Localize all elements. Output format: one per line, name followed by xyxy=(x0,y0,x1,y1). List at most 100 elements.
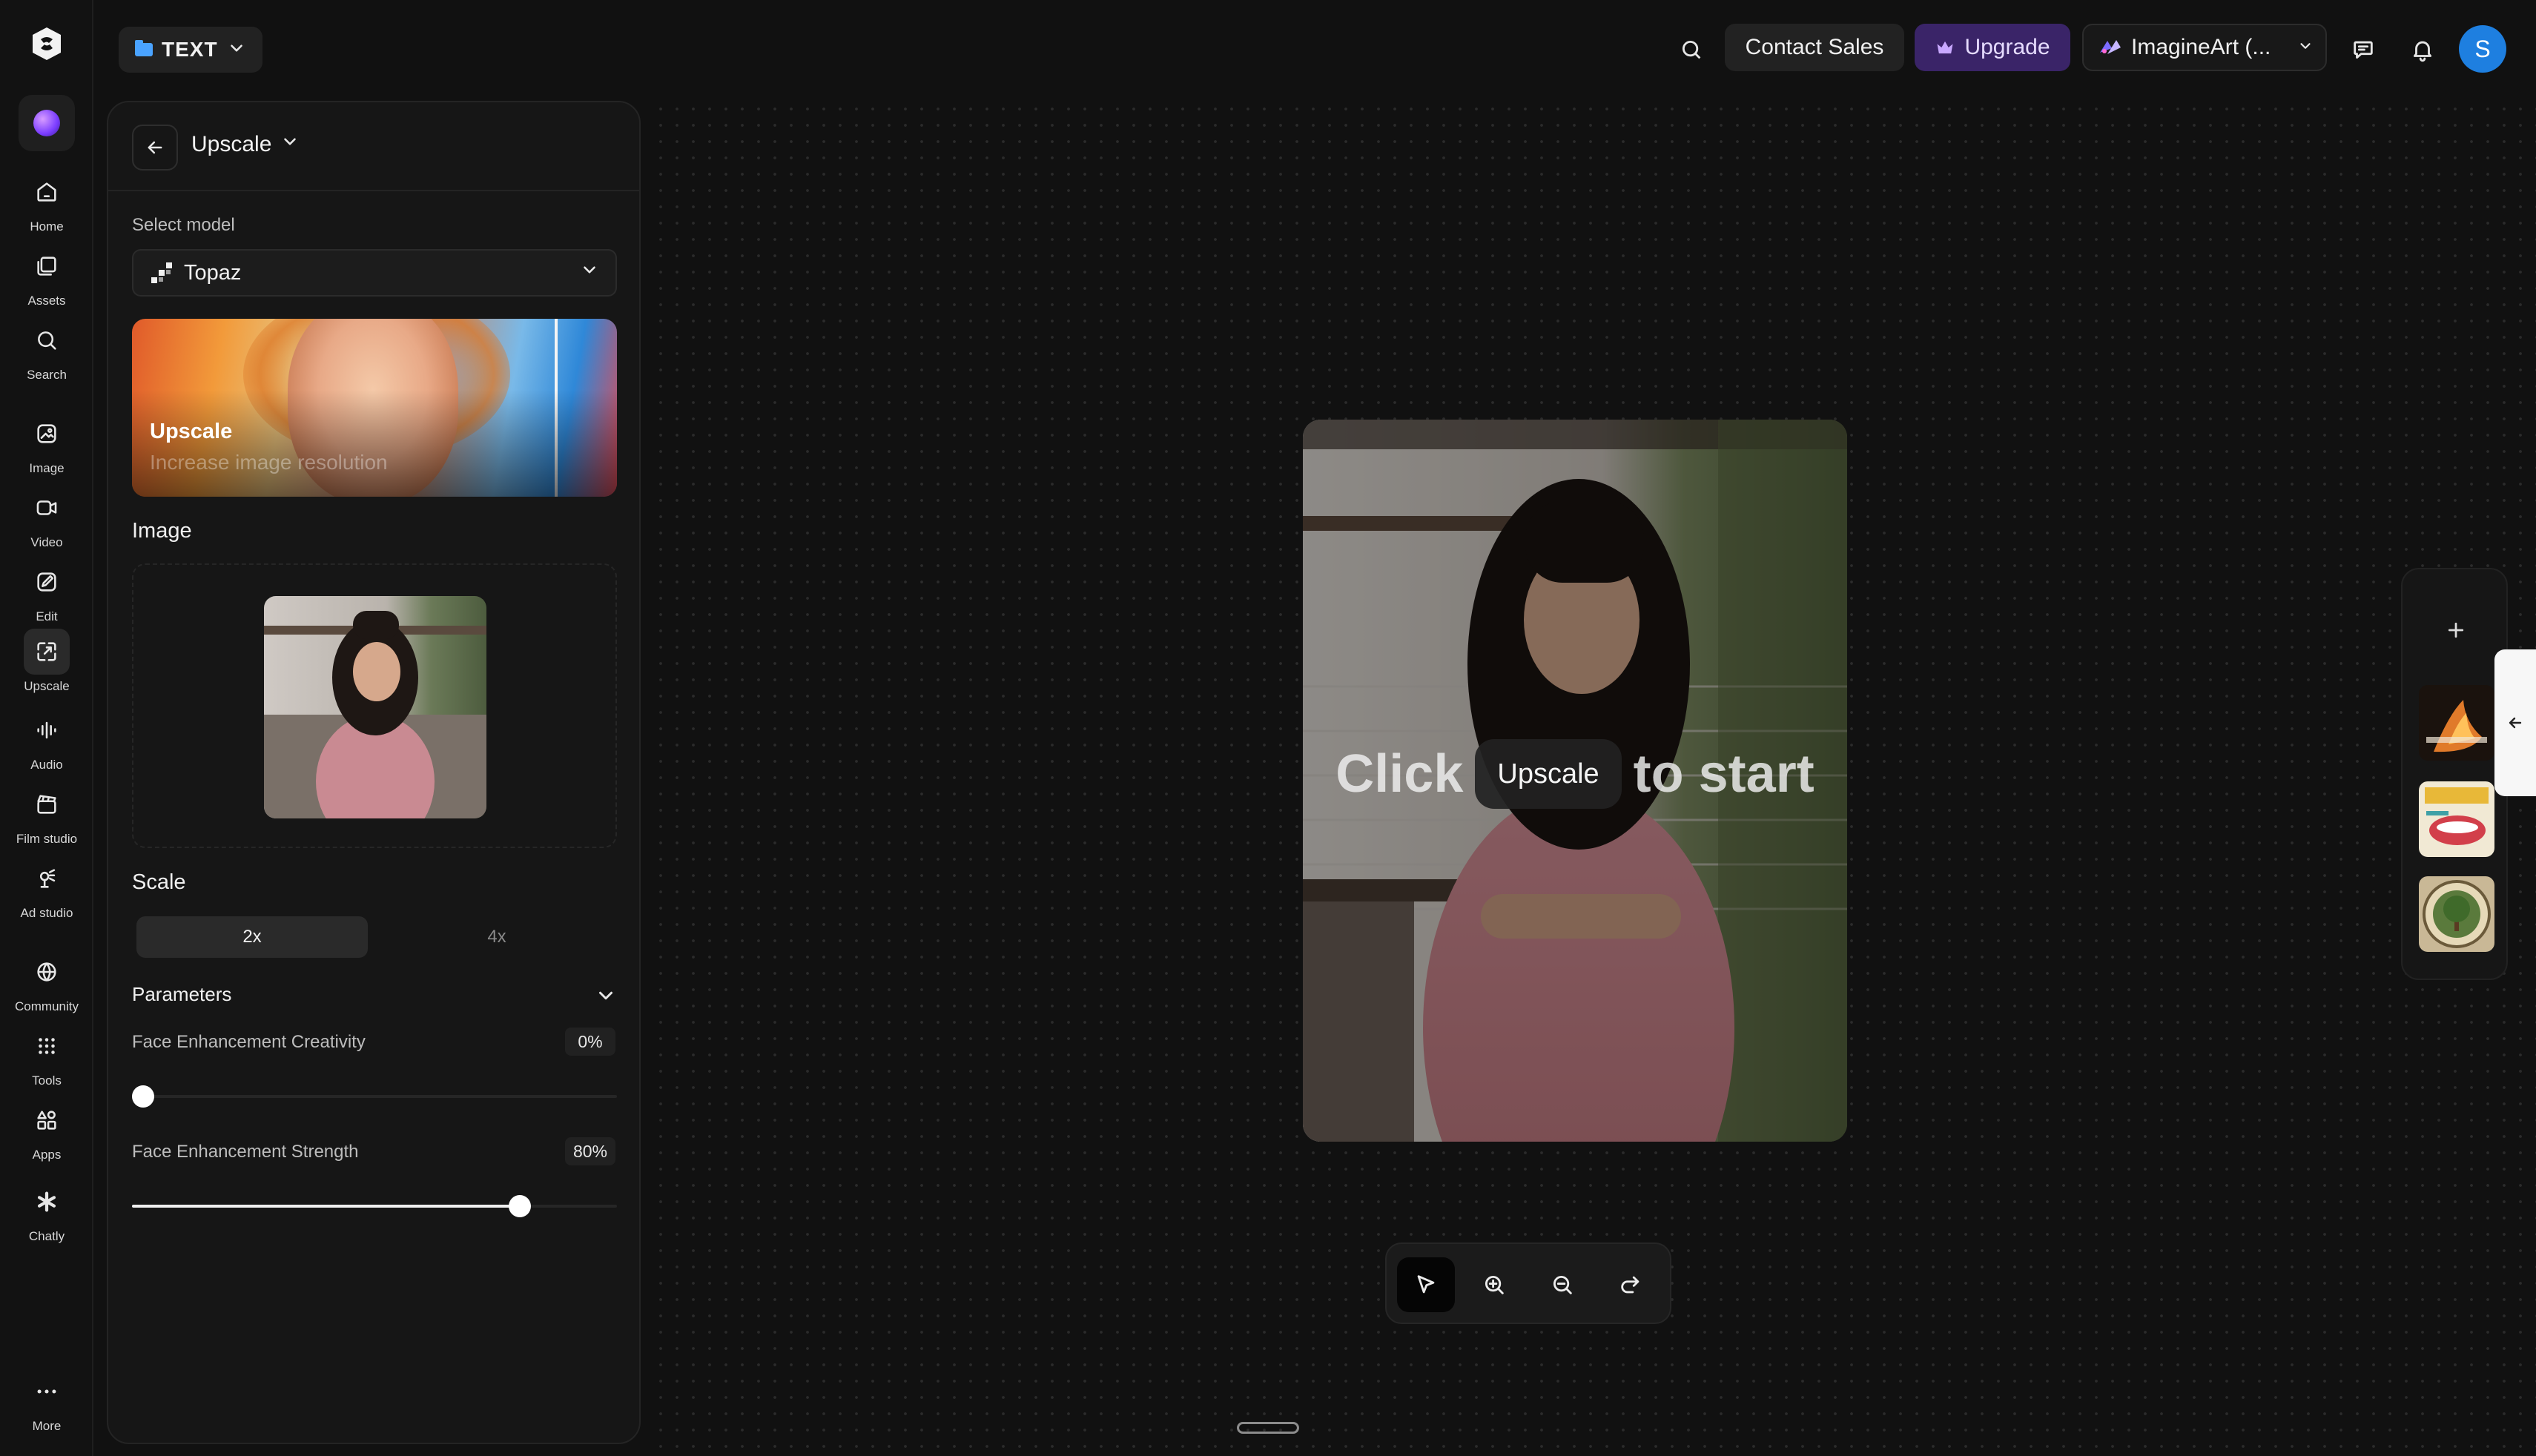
panel-header: Upscale xyxy=(108,102,639,191)
select-tool-button[interactable] xyxy=(1397,1257,1455,1312)
cta-text-before: Click xyxy=(1335,744,1464,804)
grid-icon xyxy=(39,1038,55,1054)
history-image xyxy=(2419,685,2494,761)
history-thumbnail[interactable] xyxy=(2419,685,2494,761)
rail-item-community[interactable]: Community xyxy=(0,949,93,1014)
parameters-label: Parameters xyxy=(132,983,232,1005)
canvas-image-preview[interactable]: Click Upscale to start xyxy=(1303,420,1847,1142)
rail-label: Upscale xyxy=(24,679,70,693)
rail-item-chatly[interactable]: Chatly xyxy=(0,1179,93,1244)
upscale-panel: Upscale Select model Topaz Upscale Incre… xyxy=(107,101,641,1444)
notifications-button[interactable] xyxy=(2401,28,2444,71)
rail-item-ad-studio[interactable]: Ad studio xyxy=(0,856,93,921)
rail-item-apps[interactable]: Apps xyxy=(0,1097,93,1162)
face-creativity-slider[interactable] xyxy=(132,1085,617,1108)
face-strength-slider[interactable] xyxy=(132,1195,617,1217)
contact-sales-button[interactable]: Contact Sales xyxy=(1725,24,1904,71)
slider-fill xyxy=(132,1205,521,1208)
workspace-switcher[interactable]: ImagineArt (... xyxy=(2082,24,2327,71)
assets-icon xyxy=(37,257,56,276)
bottom-drawer-handle[interactable] xyxy=(1237,1422,1299,1434)
parameters-toggle[interactable]: Parameters xyxy=(132,977,617,1014)
chevron-down-icon xyxy=(599,991,612,1000)
add-image-button[interactable] xyxy=(2417,592,2494,669)
chevron-down-icon xyxy=(584,266,595,274)
home-icon xyxy=(37,182,56,202)
image-icon xyxy=(37,424,56,443)
history-thumbnail[interactable] xyxy=(2419,876,2494,952)
zoom-out-button[interactable] xyxy=(1533,1257,1591,1312)
plus-icon xyxy=(2448,622,2464,638)
source-image xyxy=(264,596,486,818)
rail-label: More xyxy=(32,1419,62,1433)
film-studio-icon xyxy=(37,795,56,814)
rail-item-edit[interactable]: Edit xyxy=(0,559,93,624)
chevron-down-icon xyxy=(2300,43,2311,49)
rail-label: Film studio xyxy=(16,832,78,846)
cursor-icon xyxy=(1417,1275,1435,1294)
rail-item-more[interactable]: More xyxy=(0,1369,93,1434)
rail-item-image[interactable]: Image xyxy=(0,411,93,476)
search-icon xyxy=(1682,40,1701,59)
rail-label: Ad studio xyxy=(20,906,73,920)
folder-icon xyxy=(135,40,153,56)
scale-option-4x[interactable]: 4x xyxy=(381,916,612,958)
left-rail: Home Assets Search Image Video Edit Upsc… xyxy=(0,0,93,1456)
image-upload-area[interactable] xyxy=(132,563,617,848)
redo-button[interactable] xyxy=(1602,1257,1660,1312)
imagineart-logo-icon xyxy=(2100,40,2121,54)
rail-label: Assets xyxy=(27,294,66,308)
cta-text-after: to start xyxy=(1633,744,1815,804)
rail-label: Community xyxy=(15,999,79,1013)
chat-bubble-icon xyxy=(2354,41,2373,59)
history-strip xyxy=(2401,568,2508,980)
chatly-icon xyxy=(37,1191,56,1212)
model-select[interactable]: Topaz xyxy=(132,249,617,297)
global-search-button[interactable] xyxy=(1670,28,1713,71)
image-section-label: Image xyxy=(132,519,192,543)
crown-icon xyxy=(1937,41,1953,54)
zoom-out-icon xyxy=(1553,1275,1572,1294)
workspace-orb-icon xyxy=(33,110,60,136)
rail-item-search[interactable]: Search xyxy=(0,317,93,383)
face-strength-value: 80% xyxy=(565,1137,615,1165)
workspace-name: ImagineArt (... xyxy=(2131,35,2271,59)
search-icon xyxy=(38,331,56,350)
rail-label: Audio xyxy=(30,758,63,772)
globe-icon xyxy=(37,962,56,982)
rail-item-film-studio[interactable]: Film studio xyxy=(0,781,93,847)
source-image-thumbnail[interactable] xyxy=(264,596,486,818)
video-icon xyxy=(36,500,57,515)
history-drawer-toggle[interactable] xyxy=(2494,649,2536,796)
rail-label: Chatly xyxy=(28,1229,65,1243)
history-thumbnail[interactable] xyxy=(2419,781,2494,857)
upscale-start-button[interactable]: Upscale xyxy=(1475,739,1622,809)
banner-subtitle: Increase image resolution xyxy=(150,451,388,474)
chevron-down-icon xyxy=(284,138,297,145)
upscale-feature-banner: Upscale Increase image resolution xyxy=(132,319,617,497)
user-avatar[interactable]: S xyxy=(2459,25,2506,73)
rail-item-audio[interactable]: Audio xyxy=(0,707,93,772)
tool-switcher[interactable]: Upscale xyxy=(191,132,300,157)
bell-icon xyxy=(2413,41,2432,62)
rail-label: Edit xyxy=(36,609,58,623)
canvas-toolbar xyxy=(1385,1242,1671,1324)
slider-handle[interactable] xyxy=(132,1085,154,1108)
rail-item-upscale[interactable]: Upscale xyxy=(0,629,93,694)
slider-handle[interactable] xyxy=(509,1195,532,1217)
scale-option-2x[interactable]: 2x xyxy=(136,916,368,958)
feedback-button[interactable] xyxy=(2342,28,2385,71)
back-button[interactable] xyxy=(132,125,178,171)
rail-item-home[interactable]: Home xyxy=(0,169,93,234)
history-image xyxy=(2419,781,2494,857)
rail-item-video[interactable]: Video xyxy=(0,485,93,550)
arrow-left-icon xyxy=(2509,717,2522,729)
rail-item-tools[interactable]: Tools xyxy=(0,1023,93,1088)
app-logo-icon[interactable] xyxy=(28,25,65,62)
zoom-in-button[interactable] xyxy=(1465,1257,1523,1312)
project-type-dropdown[interactable]: TEXT xyxy=(119,27,262,73)
rail-item-assets[interactable]: Assets xyxy=(0,243,93,308)
upgrade-button[interactable]: Upgrade xyxy=(1915,24,2070,71)
workspace-avatar[interactable] xyxy=(19,95,75,151)
chevron-down-icon xyxy=(230,44,242,52)
